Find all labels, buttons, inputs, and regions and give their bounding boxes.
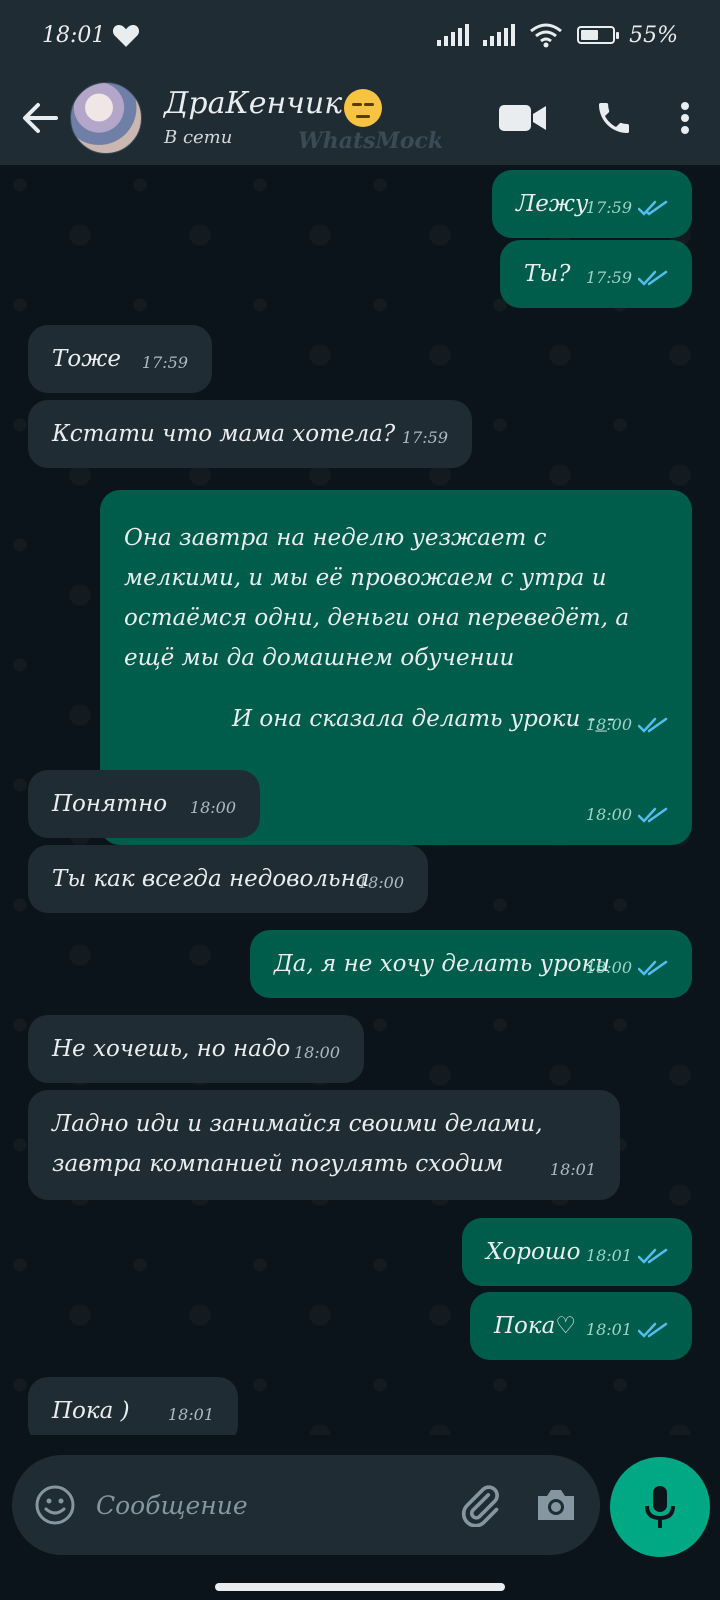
message-time: 17:59 bbox=[585, 268, 632, 287]
message-text: Да, я не хочу делать уроки bbox=[274, 951, 611, 977]
message-time: 18:00 bbox=[585, 715, 632, 734]
message-text: Понятно bbox=[52, 791, 168, 817]
message-text: Ты? bbox=[524, 261, 571, 287]
double-check-icon bbox=[638, 200, 668, 216]
message-time: 17:59 bbox=[585, 198, 632, 217]
message-input[interactable]: Сообщение bbox=[96, 1491, 458, 1520]
message-time: 17:59 bbox=[141, 353, 188, 372]
status-bar: 18:01 55% bbox=[0, 0, 720, 70]
message-text: Она завтра на неделю уезжает с мелкими, … bbox=[124, 525, 630, 671]
watermark: WhatsMock bbox=[298, 128, 444, 154]
message-bubble-out[interactable]: Да, я не хочу делать уроки 18:00 bbox=[250, 930, 692, 998]
emoji-icon[interactable] bbox=[34, 1484, 76, 1526]
message-time: 18:00 bbox=[189, 798, 236, 817]
message-bubble-in[interactable]: Ты как всегда недовольна 18:00 bbox=[28, 845, 428, 913]
double-check-icon bbox=[638, 1248, 668, 1264]
double-check-icon bbox=[638, 807, 668, 823]
message-bubble-in[interactable]: Пока ) 18:01 bbox=[28, 1377, 238, 1435]
message-text: Ладно иди и занимайся своими делами, зав… bbox=[52, 1111, 543, 1177]
message-bubble-out[interactable]: И она сказала делать уроки -_- 18:00 bbox=[208, 685, 692, 755]
message-meta: 18:00 bbox=[586, 948, 668, 988]
message-time: 18:01 bbox=[585, 1320, 632, 1339]
message-meta: 18:01 bbox=[586, 1236, 668, 1276]
avatar[interactable] bbox=[70, 81, 142, 154]
mic-icon bbox=[645, 1486, 675, 1528]
message-composer[interactable]: Сообщение bbox=[12, 1455, 600, 1555]
message-time: 17:59 bbox=[401, 428, 448, 447]
message-time: 18:00 bbox=[585, 805, 632, 824]
message-bubble-out[interactable]: Хорошо 18:01 bbox=[462, 1218, 692, 1286]
paperclip-icon[interactable] bbox=[458, 1483, 502, 1527]
double-check-icon bbox=[638, 270, 668, 286]
message-bubble-in[interactable]: Не хочешь, но надо 18:00 bbox=[28, 1015, 364, 1083]
double-check-icon bbox=[638, 1322, 668, 1338]
message-bubble-in[interactable]: Тоже 17:59 bbox=[28, 325, 212, 393]
message-time: 18:01 bbox=[585, 1246, 632, 1265]
signal-icon bbox=[437, 24, 470, 46]
message-list[interactable]: Лежу 17:59 Ты? 17:59 Тоже 17:59 Кстати ч… bbox=[0, 165, 720, 1435]
message-text: Кстати что мама хотела? bbox=[52, 421, 396, 447]
message-time: 18:00 bbox=[293, 1043, 340, 1062]
back-button[interactable] bbox=[10, 88, 70, 148]
more-vert-icon[interactable] bbox=[680, 101, 690, 135]
message-text: Лежу bbox=[516, 191, 589, 217]
message-text: Хорошо bbox=[486, 1239, 581, 1265]
arrow-left-icon bbox=[23, 102, 58, 133]
message-text: Тоже bbox=[52, 346, 121, 372]
message-time: 18:00 bbox=[585, 958, 632, 977]
double-check-icon bbox=[638, 960, 668, 976]
message-text: Пока ) bbox=[52, 1398, 130, 1424]
contact-name: ДраКенчик bbox=[164, 85, 343, 121]
message-text: И она сказала делать уроки -_- bbox=[232, 706, 615, 732]
clock: 18:01 bbox=[42, 22, 106, 48]
wifi-icon bbox=[530, 23, 563, 48]
mic-button[interactable] bbox=[610, 1457, 710, 1557]
camera-icon[interactable] bbox=[534, 1486, 578, 1524]
message-text: Не хочешь, но надо bbox=[52, 1036, 291, 1062]
message-meta: 18:01 bbox=[586, 1310, 668, 1350]
chat-header: ДраКенчик В сети WhatsMock bbox=[0, 70, 720, 165]
gesture-nav-bar[interactable] bbox=[215, 1583, 505, 1591]
input-bar: Сообщение bbox=[0, 1435, 720, 1600]
double-check-icon bbox=[638, 717, 668, 733]
video-call-icon[interactable] bbox=[498, 103, 548, 133]
battery-percent: 55% bbox=[629, 22, 678, 48]
heart-icon bbox=[113, 24, 140, 47]
signal-icon-2 bbox=[483, 24, 516, 46]
message-bubble-out[interactable]: Пока♡ 18:01 bbox=[470, 1292, 692, 1360]
battery-icon bbox=[577, 26, 620, 44]
message-bubble-in[interactable]: Ладно иди и занимайся своими делами, зав… bbox=[28, 1090, 620, 1200]
message-bubble-in[interactable]: Понятно 18:00 bbox=[28, 770, 260, 838]
message-bubble-out[interactable]: Лежу 17:59 bbox=[492, 170, 692, 238]
expressionless-emoji-icon bbox=[344, 89, 383, 128]
message-time: 18:01 bbox=[549, 1160, 596, 1179]
phone-icon[interactable] bbox=[594, 98, 634, 138]
message-meta: 17:59 bbox=[586, 258, 668, 298]
message-time: 18:01 bbox=[167, 1405, 214, 1424]
message-text: Пока♡ bbox=[494, 1313, 576, 1339]
message-meta: 18:00 bbox=[586, 795, 668, 835]
message-text: Ты как всегда недовольна bbox=[52, 866, 370, 892]
message-bubble-out[interactable]: Ты? 17:59 bbox=[500, 240, 692, 308]
message-meta: 18:00 bbox=[586, 705, 668, 745]
message-bubble-in[interactable]: Кстати что мама хотела? 17:59 bbox=[28, 400, 472, 468]
message-meta: 17:59 bbox=[586, 188, 668, 228]
message-time: 18:00 bbox=[357, 873, 404, 892]
